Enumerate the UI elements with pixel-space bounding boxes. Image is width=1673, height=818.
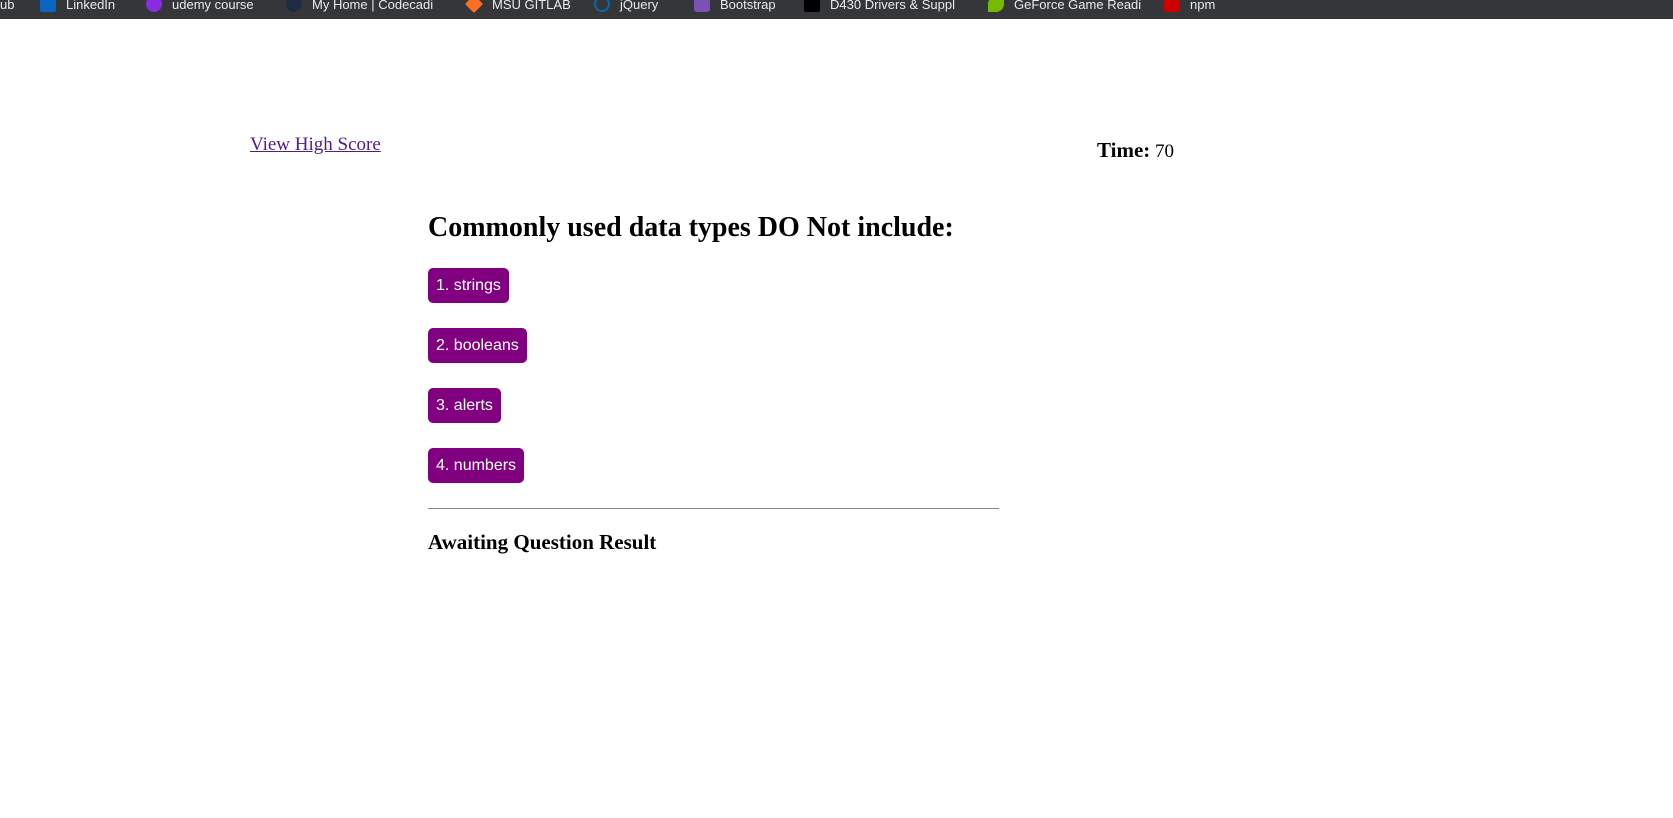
timer-label: Time: bbox=[1097, 138, 1151, 162]
udemy-icon bbox=[146, 0, 162, 12]
bookmark-item[interactable]: ub bbox=[0, 0, 14, 14]
answer-button-3[interactable]: 3. alerts bbox=[428, 388, 501, 423]
bookmark-jquery[interactable]: jQuery bbox=[594, 0, 658, 14]
geforce-icon bbox=[988, 0, 1004, 12]
bookmark-codecademy[interactable]: My Home | Codecadi bbox=[286, 0, 433, 14]
bookmark-udemy[interactable]: udemy course bbox=[146, 0, 254, 14]
bookmark-label: jQuery bbox=[620, 0, 659, 12]
gitlab-icon bbox=[464, 0, 484, 14]
timer-value: 70 bbox=[1155, 141, 1175, 162]
bookmark-label: My Home | Codecadi bbox=[312, 0, 434, 12]
bookmark-label: D430 Drivers & Suppl bbox=[830, 0, 955, 12]
answer-button-4[interactable]: 4. numbers bbox=[428, 448, 525, 483]
bookmark-label: npm bbox=[1190, 0, 1216, 12]
bookmarks-bar: ub LinkedIn udemy course My Home | Codec… bbox=[0, 0, 1673, 19]
bookmark-label: LinkedIn bbox=[66, 0, 116, 12]
bookmark-label: udemy course bbox=[172, 0, 254, 12]
linkedin-icon bbox=[40, 0, 56, 12]
bookmark-drivers[interactable]: D430 Drivers & Suppl bbox=[804, 0, 955, 14]
bookmark-label: GeForce Game Readi bbox=[1014, 0, 1142, 12]
bookmark-gitlab[interactable]: MSU GITLAB bbox=[464, 0, 571, 14]
jquery-icon bbox=[594, 0, 610, 12]
timer: Time: 70 bbox=[1097, 138, 1174, 163]
bookmark-bootstrap[interactable]: Bootstrap bbox=[694, 0, 776, 14]
bookmark-label: Bootstrap bbox=[720, 0, 776, 12]
answer-button-2[interactable]: 2. booleans bbox=[428, 328, 527, 363]
bookmark-label: MSU GITLAB bbox=[492, 0, 571, 12]
bootstrap-icon bbox=[694, 0, 710, 12]
codecademy-icon bbox=[286, 0, 302, 12]
bookmark-label: ub bbox=[0, 0, 15, 12]
bookmark-npm[interactable]: npm bbox=[1164, 0, 1215, 14]
answer-button-1[interactable]: 1. strings bbox=[428, 268, 509, 303]
question-result: Awaiting Question Result bbox=[428, 530, 657, 554]
bookmark-geforce[interactable]: GeForce Game Readi bbox=[988, 0, 1141, 14]
view-high-score-link[interactable]: View High Score bbox=[250, 134, 381, 156]
drivers-icon bbox=[804, 0, 820, 12]
divider bbox=[428, 508, 999, 509]
question-title: Commonly used data types DO Not include: bbox=[428, 212, 954, 243]
npm-icon bbox=[1164, 0, 1180, 12]
bookmark-linkedin[interactable]: LinkedIn bbox=[40, 0, 115, 14]
